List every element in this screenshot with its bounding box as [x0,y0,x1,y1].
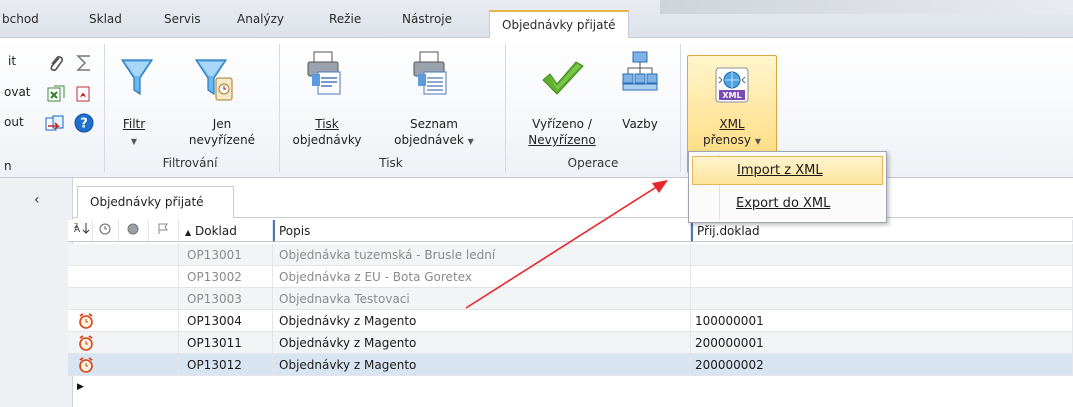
annotation-arrow [465,180,668,309]
